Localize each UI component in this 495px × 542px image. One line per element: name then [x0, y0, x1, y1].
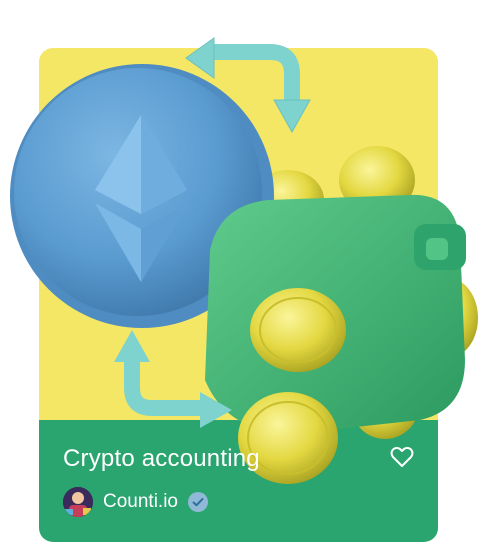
gold-coin	[250, 288, 346, 372]
author-name[interactable]: Counti.io	[103, 491, 178, 513]
verified-check-icon	[188, 492, 208, 512]
author-row[interactable]: Counti.io	[63, 486, 208, 518]
card-title[interactable]: Crypto accounting	[63, 445, 260, 473]
heart-outline-icon[interactable]	[388, 443, 416, 471]
avatar[interactable]	[63, 487, 93, 517]
